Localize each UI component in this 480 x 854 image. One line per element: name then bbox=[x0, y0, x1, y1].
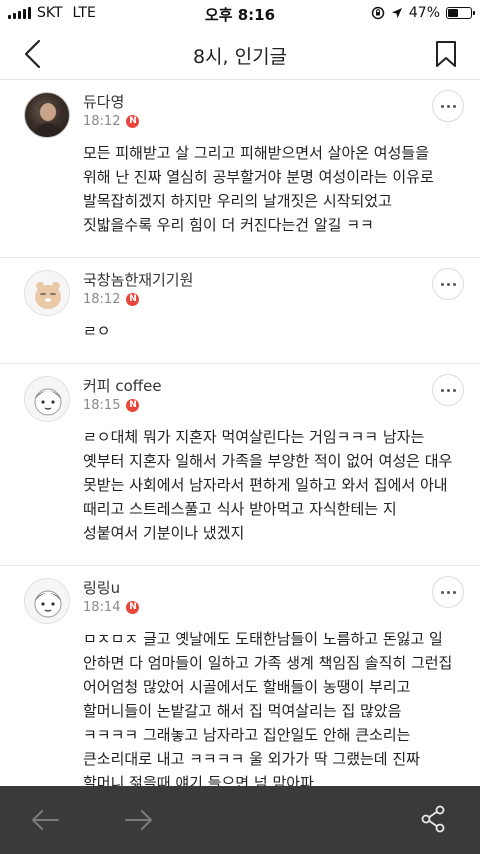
comment-time: 18:12 bbox=[83, 114, 121, 129]
new-badge: N bbox=[126, 399, 140, 412]
comment-nickname[interactable]: 듀다영 bbox=[83, 92, 456, 112]
share-icon[interactable] bbox=[420, 804, 446, 834]
comment-body: 모든 피해받고 살 그리고 피해받으면서 살아온 여성들을 위해 난 진짜 열심… bbox=[83, 144, 434, 234]
comment-body: ㄹㅇ대체 뭐가 지혼자 먹여살린다는 거임ㅋㅋㅋ 남자는 옛부터 지혼자 일해서… bbox=[83, 428, 453, 542]
comment-time: 18:14 bbox=[83, 600, 121, 615]
comment-time: 18:15 bbox=[83, 398, 121, 413]
app-header: 8시, 인기글 bbox=[0, 28, 480, 80]
avatar[interactable] bbox=[24, 376, 70, 422]
new-badge: N bbox=[126, 601, 140, 614]
battery-percent: 47% bbox=[408, 5, 440, 21]
comment-nickname[interactable]: 커피 coffee bbox=[83, 376, 456, 396]
new-badge: N bbox=[126, 293, 140, 306]
default-avatar-icon bbox=[25, 377, 69, 421]
avatar[interactable] bbox=[24, 92, 70, 138]
comment-time: 18:12 bbox=[83, 292, 121, 307]
comment-body: ㅁㅈㅁㅈ 글고 옛날에도 도태한남들이 노름하고 돈잃고 일 안하면 다 엄마들… bbox=[83, 630, 453, 786]
battery-icon bbox=[446, 7, 475, 19]
comment-item: 커피 coffee 18:15 N ㄹㅇ대체 뭐가 지혼자 먹여살린다는 거임ㅋ… bbox=[0, 364, 480, 566]
default-avatar-icon bbox=[25, 579, 69, 623]
comment-item: 링링u 18:14 N ㅁㅈㅁㅈ 글고 옛날에도 도태한남들이 노름하고 돈잃고… bbox=[0, 566, 480, 786]
arrow-right-icon[interactable] bbox=[124, 806, 154, 834]
bookmark-icon[interactable] bbox=[434, 40, 458, 68]
comment-nickname[interactable]: 링링u bbox=[83, 578, 456, 598]
comment-item: 국창놈한재기기원 18:12 N ㄹㅇ bbox=[0, 258, 480, 364]
arrow-left-icon[interactable] bbox=[30, 806, 60, 834]
avatar[interactable] bbox=[24, 578, 70, 624]
more-options-button[interactable] bbox=[432, 268, 464, 300]
location-icon bbox=[391, 8, 402, 18]
orientation-lock-icon bbox=[371, 6, 385, 20]
comment-item: 듀다영 18:12 N 모든 피해받고 살 그리고 피해받으면서 살아온 여성들… bbox=[0, 80, 480, 258]
more-options-button[interactable] bbox=[432, 576, 464, 608]
new-badge: N bbox=[126, 115, 140, 128]
avatar[interactable] bbox=[24, 270, 70, 316]
comment-body: ㄹㅇ bbox=[83, 322, 111, 340]
avatar-photo-icon bbox=[33, 103, 63, 137]
status-right: 47% bbox=[371, 5, 475, 21]
comment-nickname[interactable]: 국창놈한재기기원 bbox=[83, 270, 456, 290]
comment-list[interactable]: 듀다영 18:12 N 모든 피해받고 살 그리고 피해받으면서 살아온 여성들… bbox=[0, 80, 480, 786]
page-title: 8시, 인기글 bbox=[192, 46, 288, 68]
default-avatar-icon bbox=[25, 271, 69, 315]
more-options-button[interactable] bbox=[432, 90, 464, 122]
status-bar: SKT LTE 오후 8:16 47% bbox=[0, 0, 480, 28]
bottom-toolbar bbox=[0, 786, 480, 854]
more-options-button[interactable] bbox=[432, 374, 464, 406]
battery-fill bbox=[448, 9, 459, 17]
